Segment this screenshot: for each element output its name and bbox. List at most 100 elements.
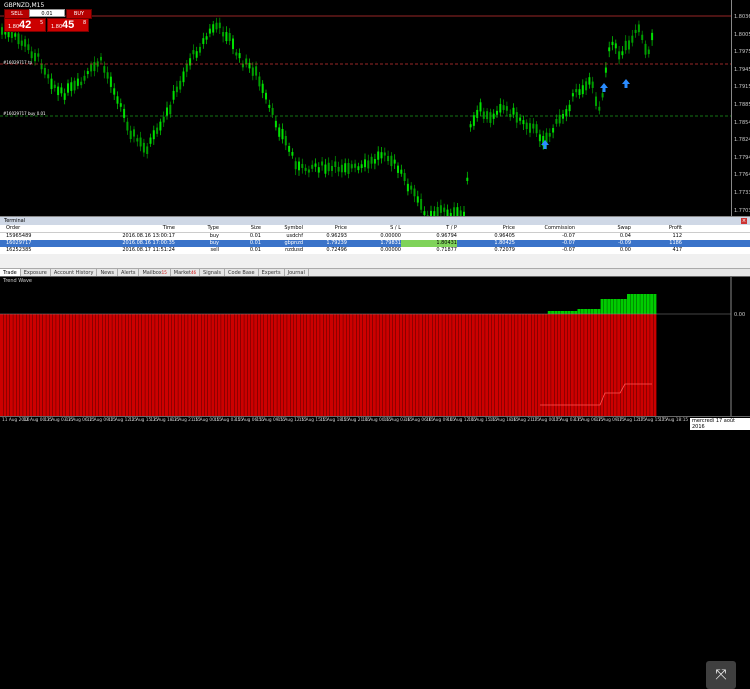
candle-body [298, 161, 300, 171]
histogram-bar-down [597, 314, 601, 417]
candle-body [255, 66, 258, 76]
histogram-bar-down [422, 314, 426, 417]
histogram-bar-down [521, 314, 525, 417]
histogram-bar-down [198, 314, 201, 417]
candle-body [268, 104, 271, 108]
candle-body [436, 206, 439, 216]
candle-body [357, 166, 360, 171]
date-tooltip: mercredi 17 août 2016 [690, 418, 750, 430]
histogram-bar-down [455, 314, 459, 417]
candle-body [159, 121, 162, 131]
histogram-bar-down [191, 314, 195, 417]
histogram-bar-up [584, 309, 588, 314]
expand-arrows-icon[interactable]: ⤧ [706, 661, 736, 689]
column-header[interactable]: Size [219, 225, 261, 232]
histogram-bar-down [75, 314, 79, 417]
price-tick-label: 1.78245 [734, 137, 750, 144]
histogram-bar-up [636, 294, 640, 314]
histogram-bar-down [29, 314, 33, 417]
buy-price-box[interactable]: 1.80 45 8 [47, 18, 89, 32]
histogram-bar-down [79, 314, 83, 417]
histogram-bar-down [148, 314, 152, 417]
histogram-bar-down [584, 314, 588, 417]
histogram-bar-up [630, 294, 634, 314]
candle-body [57, 86, 60, 96]
table-cell: 16029717 [6, 240, 32, 246]
table-cell: buy [209, 240, 219, 246]
column-header[interactable]: Price [457, 225, 515, 232]
histogram-bar-down [627, 314, 630, 417]
column-header[interactable]: Swap [575, 225, 631, 232]
column-header[interactable]: Profit [631, 225, 686, 232]
candle-body [641, 34, 644, 40]
histogram-bar-down [224, 314, 228, 417]
table-row[interactable]: 16029717 2016.08.16 17:00:35 buy 0.01 gbpnzd… [0, 240, 750, 247]
histogram-bar-down [333, 314, 337, 417]
column-header[interactable]: T / P [401, 225, 457, 232]
table-cell: 2016.08.16 17:00:35 [122, 240, 175, 246]
table-cell: 15965489 [6, 233, 32, 239]
histogram-bar-down [339, 314, 343, 417]
close-icon[interactable]: × [741, 218, 747, 224]
price-chart[interactable]: GBPNZD,M15 SELL 0.01 BUY 1.80 42 5 1.80 … [0, 0, 750, 216]
table-cell: 1.80425 [494, 240, 515, 246]
table-cell: 1.80431 [401, 240, 457, 247]
candle-body [43, 67, 46, 75]
candle-body [548, 133, 551, 137]
candle-body [100, 56, 102, 61]
candle-body [251, 67, 254, 76]
column-header[interactable]: Order [0, 225, 95, 232]
candle-body [604, 67, 607, 73]
histogram-bar-down [554, 314, 558, 417]
histogram-bar-up [597, 309, 601, 314]
sell-price-box[interactable]: 1.80 42 5 [4, 18, 46, 32]
time-tick-label: 17 Aug 18:15 [659, 418, 689, 423]
candle-body [568, 104, 571, 112]
histogram-bar-up [554, 311, 558, 314]
histogram-bar-down [115, 314, 119, 417]
histogram-bar-down [323, 314, 327, 417]
candle-body [416, 196, 419, 203]
histogram-bar-down [501, 314, 505, 417]
column-header[interactable]: Commission [515, 225, 575, 232]
table-row[interactable]: 16252385 2016.08.17 11:51:24 sell 0.01 nzdus… [0, 247, 750, 254]
histogram-bar-down [336, 314, 340, 417]
histogram-bar-down [92, 314, 96, 417]
histogram-bar-down [653, 314, 657, 417]
histogram-bar-down [118, 314, 122, 417]
candle-body [598, 106, 601, 111]
tab-badge: 15 [161, 270, 167, 275]
column-header[interactable]: Symbol [261, 225, 303, 232]
histogram-bar-up [646, 294, 650, 314]
column-header[interactable]: Price [303, 225, 347, 232]
histogram-bar-down [247, 314, 251, 417]
candle-body [350, 164, 353, 169]
histogram-bar-down [181, 314, 185, 417]
candle-body [47, 74, 50, 79]
column-header[interactable]: Time [95, 225, 175, 232]
price-tick-label: 1.80050 [734, 31, 750, 38]
candle-body [119, 103, 122, 107]
candlestick-chart[interactable] [0, 0, 750, 216]
candle-body [387, 155, 390, 162]
table-cell: sell [210, 247, 219, 253]
column-header[interactable]: Type [175, 225, 219, 232]
histogram-bar-down [419, 314, 423, 417]
candle-body [618, 51, 621, 60]
table-row[interactable]: 15965489 2016.08.16 13:00:17 buy 0.01 usdchf… [0, 233, 750, 240]
column-header[interactable]: S / L [347, 225, 401, 232]
candle-body [364, 159, 366, 168]
tp-line-label: #16029717 tp [3, 60, 33, 65]
histogram-bar-down [158, 314, 162, 417]
table-cell: -0.07 [562, 240, 575, 246]
lot-size-input[interactable]: 0.01 [29, 9, 65, 17]
buy-price-point: 8 [83, 20, 87, 26]
histogram-bar-down [435, 314, 439, 417]
candle-body [271, 107, 274, 115]
candle-body [109, 76, 112, 87]
candle-body [238, 53, 241, 59]
candle-body [512, 107, 515, 115]
candle-body [53, 84, 56, 88]
indicator-window[interactable]: Trend Wave 0.00 ⤧ [0, 276, 750, 689]
histogram-bar-down [102, 314, 106, 417]
